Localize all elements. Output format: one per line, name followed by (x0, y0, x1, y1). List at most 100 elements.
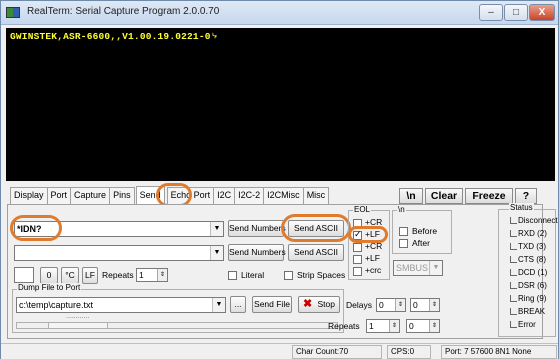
help-button[interactable]: ? (515, 188, 537, 204)
send-line-2-input[interactable]: ▼ (14, 245, 224, 261)
tab-display[interactable]: Display (10, 187, 48, 204)
send-ascii-button-2[interactable]: Send ASCII (288, 244, 344, 261)
status-dcd: DCD (1) (510, 268, 548, 277)
send-file-button[interactable]: Send File (252, 296, 292, 313)
repeats-label: Repeats (102, 270, 134, 280)
strip-spaces-label: Strip Spaces (297, 270, 346, 280)
chevron-down-icon[interactable]: ▼ (210, 246, 223, 260)
status-ring: Ring (9) (510, 294, 547, 303)
status-indicator (510, 321, 517, 328)
status-indicator (510, 230, 517, 237)
newline-button[interactable]: \n (399, 188, 423, 204)
zero-button[interactable]: 0 (40, 267, 58, 284)
crc-checkbox[interactable] (353, 267, 362, 276)
close-button[interactable]: X (529, 4, 555, 21)
send-panel: *IDN? ▼ Send Numbers Send ASCII ▼ Send N… (7, 204, 543, 339)
tab-i2c[interactable]: I2C (213, 187, 236, 204)
spin-arrows-icon[interactable]: ⇕ (429, 320, 439, 332)
strip-spaces-checkbox[interactable] (284, 271, 293, 280)
newline-group-label: \n (397, 205, 406, 214)
lf-button[interactable]: LF (82, 267, 98, 284)
spin-arrows-icon[interactable]: ⇕ (157, 269, 167, 281)
after-label: After (412, 238, 430, 248)
spin-arrows-icon[interactable]: ⇕ (429, 299, 439, 311)
chevron-down-icon[interactable]: ▼ (210, 222, 223, 236)
lf-checkbox-2[interactable] (353, 255, 362, 264)
delay2-spinner[interactable]: 0 ⇕ (410, 298, 440, 312)
stop-button[interactable]: ✖ Stop (298, 296, 340, 313)
clear-button[interactable]: Clear (425, 188, 463, 204)
after-checkbox[interactable] (399, 239, 408, 248)
status-txd: TXD (3) (510, 242, 546, 251)
dump-repeats-spinner[interactable]: 1 ⇕ (366, 319, 400, 333)
tab-i2cmisc[interactable]: I2CMisc (263, 187, 304, 204)
delays-label: Delays (346, 300, 372, 310)
minimize-button[interactable]: – (479, 4, 503, 21)
idn-highlight (10, 215, 62, 241)
repeats-spinner[interactable]: 1 ⇕ (136, 268, 168, 282)
dump-progress-track (16, 322, 338, 329)
repeats-value: 1 (139, 270, 144, 280)
status-break-label: BREAK (518, 307, 546, 316)
status-dcd-label: DCD (1) (518, 268, 548, 277)
realterm-window: RealTerm: Serial Capture Program 2.0.0.7… (0, 0, 559, 359)
status-dsr-label: DSR (6) (518, 281, 547, 290)
delay1-value: 0 (379, 300, 384, 310)
status-cts-label: CTS (8) (518, 255, 546, 264)
cr-checkbox-2[interactable] (353, 243, 362, 252)
before-checkbox[interactable] (399, 227, 408, 236)
tab-i2c-2[interactable]: I2C-2 (234, 187, 265, 204)
spin-arrows-icon[interactable]: ⇕ (389, 320, 399, 332)
freeze-button[interactable]: Freeze (465, 188, 513, 204)
status-dsr: DSR (6) (510, 281, 547, 290)
status-disconnect[interactable]: Disconnect (510, 216, 558, 225)
cr-label-2: +CR (365, 241, 383, 251)
dump-label: Dump File to Port (17, 283, 82, 292)
status-error-label: Error (518, 320, 536, 329)
eol-label: EOL (353, 205, 372, 214)
chevron-down-icon[interactable]: ▼ (212, 298, 225, 312)
status-indicator (510, 282, 517, 289)
blank-field[interactable] (14, 267, 34, 283)
tab-port[interactable]: Port (46, 187, 72, 204)
delay1-spinner[interactable]: 0 ⇕ (376, 298, 406, 312)
status-list: Disconnect RXD (2) TXD (3) CTS (8) DCD (… (508, 216, 558, 334)
title-bar[interactable]: RealTerm: Serial Capture Program 2.0.0.7… (1, 1, 558, 25)
tab-misc[interactable]: Misc (302, 187, 330, 204)
status-indicator (510, 243, 517, 250)
crc-label: +crc (365, 265, 382, 275)
send-numbers-button-2[interactable]: Send Numbers (228, 244, 286, 261)
dump-repeats2-value: 0 (409, 321, 414, 331)
lf-label-2: +LF (365, 253, 380, 263)
status-error: Error (510, 320, 536, 329)
terminal-output[interactable]: GWINSTEK,ASR-6600,,V1.00.19.0221-0␊ (6, 28, 555, 181)
progress-text: ............ (66, 313, 90, 320)
dump-path-input[interactable]: c:\temp\capture.txt ▼ (16, 297, 226, 313)
cps: CPS:0 (387, 345, 431, 359)
status-rxd: RXD (2) (510, 229, 547, 238)
status-disconnect-label: Disconnect (518, 216, 558, 225)
status-ring-label: Ring (9) (518, 294, 547, 303)
tab-capture[interactable]: Capture (70, 187, 111, 204)
dump-repeats2-spinner[interactable]: 0 ⇕ (406, 319, 440, 333)
before-label: Before (412, 226, 438, 236)
dump-repeats-value: 1 (369, 321, 374, 331)
status-label: Status (509, 203, 534, 212)
send-ascii-highlight (281, 214, 351, 242)
delay2-value: 0 (413, 300, 418, 310)
spin-arrows-icon[interactable]: ⇕ (395, 299, 405, 311)
status-bar: Char Count:70 CPS:0 Port: 7 57600 8N1 No… (1, 343, 558, 359)
literal-checkbox[interactable] (228, 271, 237, 280)
send-numbers-button-1[interactable]: Send Numbers (228, 220, 286, 237)
chevron-down-icon[interactable]: ▼ (429, 261, 442, 275)
maximize-button[interactable]: □ (504, 4, 528, 21)
degc-button[interactable]: °C (61, 267, 79, 284)
browse-button[interactable]: ... (230, 296, 246, 313)
status-indicator (510, 295, 517, 302)
status-indicator (510, 269, 517, 276)
tab-pins[interactable]: Pins (109, 187, 135, 204)
dump-path-value: c:\temp\capture.txt (19, 300, 94, 310)
status-cts: CTS (8) (510, 255, 546, 264)
status-indicator (510, 217, 517, 224)
smbus-select[interactable]: SMBUS 8 ▼ (393, 260, 443, 276)
